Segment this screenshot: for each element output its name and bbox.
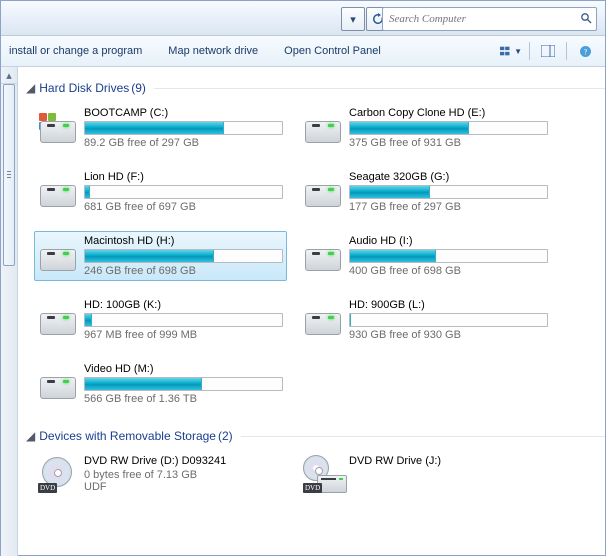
search-input[interactable] <box>387 12 576 26</box>
space-bar <box>349 249 548 263</box>
group-count: (2) <box>218 429 233 443</box>
hard-disk-icon <box>303 299 343 337</box>
separator <box>529 42 530 60</box>
content-pane: ▴ ◢ Hard Disk Drives (9) BOOTCAMP (C:) 8… <box>1 67 605 556</box>
drive-item[interactable]: BOOTCAMP (C:) 89.2 GB free of 297 GB <box>34 103 287 153</box>
drive-label: Macintosh HD (H:) <box>84 235 283 247</box>
hard-disk-icon <box>303 107 343 145</box>
group-header[interactable]: ◢ Hard Disk Drives (9) <box>26 81 605 95</box>
scroll-up-button[interactable]: ▴ <box>1 67 17 84</box>
svg-text:?: ? <box>583 47 587 56</box>
drive-free-text: 246 GB free of 698 GB <box>84 265 283 277</box>
preview-pane-button[interactable] <box>536 40 560 62</box>
drive-item[interactable]: HD: 900GB (L:) 930 GB free of 930 GB <box>299 295 552 345</box>
control-panel-link[interactable]: Open Control Panel <box>284 45 381 57</box>
drive-label: HD: 100GB (K:) <box>84 299 283 311</box>
space-bar <box>84 313 283 327</box>
drive-free-text: 681 GB free of 697 GB <box>84 201 283 213</box>
address-bar: ▾ <box>1 1 605 36</box>
dvd-drive-icon: DVD <box>303 455 343 493</box>
view-button[interactable]: ▼ <box>499 40 523 62</box>
dropdown-button[interactable]: ▾ <box>341 7 365 31</box>
drive-free-text: 967 MB free of 999 MB <box>84 329 283 341</box>
space-bar <box>349 313 548 327</box>
scroll-thumb[interactable] <box>3 84 15 266</box>
hard-disk-icon <box>38 235 78 273</box>
space-bar <box>349 121 548 135</box>
group-title: Devices with Removable Storage <box>39 429 216 443</box>
drive-free-text: 0 bytes free of 7.13 GB <box>84 469 283 481</box>
space-bar <box>84 249 283 263</box>
drive-item[interactable]: Carbon Copy Clone HD (E:) 375 GB free of… <box>299 103 552 153</box>
drive-item[interactable]: HD: 100GB (K:) 967 MB free of 999 MB <box>34 295 287 345</box>
search-icon <box>580 12 592 27</box>
hard-disk-icon <box>303 235 343 273</box>
drive-free-text: 566 GB free of 1.36 TB <box>84 393 283 405</box>
dvd-drive-icon: DVD <box>38 455 78 493</box>
drive-item[interactable]: DVD DVD RW Drive (J:) <box>299 451 552 497</box>
drive-label: BOOTCAMP (C:) <box>84 107 283 119</box>
drive-item[interactable]: Lion HD (F:) 681 GB free of 697 GB <box>34 167 287 217</box>
preview-pane-icon <box>541 45 555 57</box>
drive-label: Carbon Copy Clone HD (E:) <box>349 107 548 119</box>
drive-label: DVD RW Drive (J:) <box>349 455 548 467</box>
drive-item[interactable]: Macintosh HD (H:) 246 GB free of 698 GB <box>34 231 287 281</box>
drive-filesystem: UDF <box>84 481 283 493</box>
drive-free-text: 89.2 GB free of 297 GB <box>84 137 283 149</box>
hard-disk-icon <box>38 363 78 401</box>
nav-scrollbar[interactable]: ▴ <box>1 67 18 556</box>
group-header[interactable]: ◢ Devices with Removable Storage (2) <box>26 429 605 443</box>
collapse-icon: ◢ <box>26 429 35 443</box>
view-icon <box>500 45 512 57</box>
space-bar <box>84 121 283 135</box>
space-bar <box>84 377 283 391</box>
help-button[interactable]: ? <box>573 40 597 62</box>
drive-free-text: 375 GB free of 931 GB <box>349 137 548 149</box>
drive-label: DVD RW Drive (D:) D093241 <box>84 455 283 467</box>
separator <box>566 42 567 60</box>
map-drive-link[interactable]: Map network drive <box>168 45 258 57</box>
search-box[interactable] <box>382 7 597 31</box>
command-bar: install or change a program Map network … <box>1 36 605 67</box>
drive-label: HD: 900GB (L:) <box>349 299 548 311</box>
hard-disk-icon <box>303 171 343 209</box>
hard-disk-icon <box>38 299 78 337</box>
hard-disk-icon <box>38 107 78 145</box>
install-program-link[interactable]: install or change a program <box>9 45 142 57</box>
space-bar <box>84 185 283 199</box>
group-title: Hard Disk Drives <box>39 81 129 95</box>
drive-item[interactable]: Seagate 320GB (G:) 177 GB free of 297 GB <box>299 167 552 217</box>
drive-item[interactable]: Audio HD (I:) 400 GB free of 698 GB <box>299 231 552 281</box>
drive-free-text: 400 GB free of 698 GB <box>349 265 548 277</box>
drive-label: Video HD (M:) <box>84 363 283 375</box>
drive-free-text: 930 GB free of 930 GB <box>349 329 548 341</box>
help-icon: ? <box>579 45 592 58</box>
drive-label: Seagate 320GB (G:) <box>349 171 548 183</box>
drive-item[interactable]: Video HD (M:) 566 GB free of 1.36 TB <box>34 359 287 409</box>
drive-item[interactable]: DVD DVD RW Drive (D:) D093241 0 bytes fr… <box>34 451 287 497</box>
drive-label: Audio HD (I:) <box>349 235 548 247</box>
group-count: (9) <box>131 81 146 95</box>
collapse-icon: ◢ <box>26 81 35 95</box>
space-bar <box>349 185 548 199</box>
hard-disk-icon <box>38 171 78 209</box>
drive-free-text: 177 GB free of 297 GB <box>349 201 548 213</box>
drive-label: Lion HD (F:) <box>84 171 283 183</box>
